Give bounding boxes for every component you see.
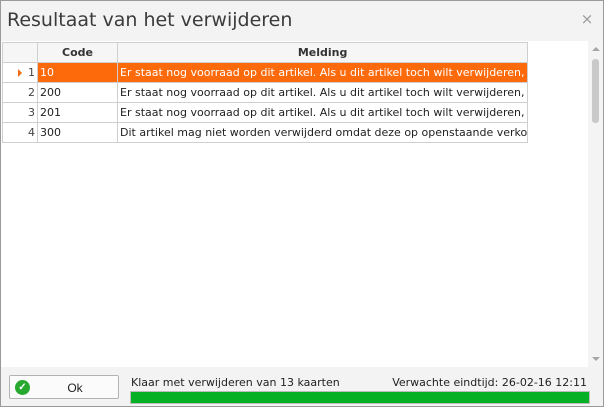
table-row[interactable]: 3 201 Er staat nog voorraad op dit artik… (2, 102, 529, 123)
scroll-up-arrow-icon[interactable] (592, 47, 600, 51)
row-indicator-header (2, 42, 38, 63)
cell-code[interactable]: 200 (37, 82, 118, 103)
column-header-code[interactable]: Code (37, 42, 118, 63)
status-message: Klaar met verwijderen van 13 kaarten (131, 376, 340, 389)
ok-button[interactable]: ✓ Ok (9, 375, 119, 399)
status-footer: ✓ Ok Klaar met verwijderen van 13 kaarte… (1, 367, 603, 406)
cell-code[interactable]: 10 (37, 62, 118, 83)
progress-bar-fill (131, 392, 589, 403)
result-panel: Code Melding 1 10 Er staat nog voorraad … (1, 41, 603, 367)
cell-code[interactable]: 201 (37, 102, 118, 123)
row-number: 4 (2, 122, 38, 143)
title-bar: Resultaat van het verwijderen × (1, 1, 603, 41)
scrollbar-thumb[interactable] (592, 59, 599, 123)
cell-melding[interactable]: Er staat nog voorraad op dit artikel. Al… (116, 82, 529, 103)
table-row[interactable]: 2 200 Er staat nog voorraad op dit artik… (2, 82, 529, 103)
ok-button-label: Ok (67, 381, 83, 395)
cell-melding[interactable]: Dit artikel mag niet worden verwijderd o… (116, 122, 529, 143)
table-row[interactable]: 4 300 Dit artikel mag niet worden verwij… (2, 122, 529, 143)
cell-melding[interactable]: Er staat nog voorraad op dit artikel. Al… (116, 102, 529, 123)
column-header-melding[interactable]: Melding (116, 42, 529, 63)
result-grid: Code Melding 1 10 Er staat nog voorraad … (2, 42, 529, 143)
cell-code[interactable]: 300 (37, 122, 118, 143)
dialog-title: Resultaat van het verwijderen (7, 9, 293, 31)
grid-header-row: Code Melding (2, 42, 529, 63)
cell-melding[interactable]: Er staat nog voorraad op dit artikel. Al… (116, 62, 529, 83)
vertical-scrollbar[interactable] (588, 41, 603, 367)
close-icon[interactable]: × (579, 10, 595, 28)
scroll-down-arrow-icon[interactable] (592, 357, 600, 361)
row-number: 3 (2, 102, 38, 123)
table-row[interactable]: 1 10 Er staat nog voorraad op dit artike… (2, 62, 529, 83)
row-number: 1 (2, 62, 38, 83)
row-number-label: 1 (28, 66, 35, 79)
progress-bar (130, 391, 590, 404)
dialog-window: Resultaat van het verwijderen × Code Mel… (0, 0, 604, 407)
estimated-end-time: Verwachte eindtijd: 26-02-16 12:11 (392, 376, 587, 389)
row-number: 2 (2, 82, 38, 103)
row-indicator-arrow-icon (18, 69, 22, 77)
